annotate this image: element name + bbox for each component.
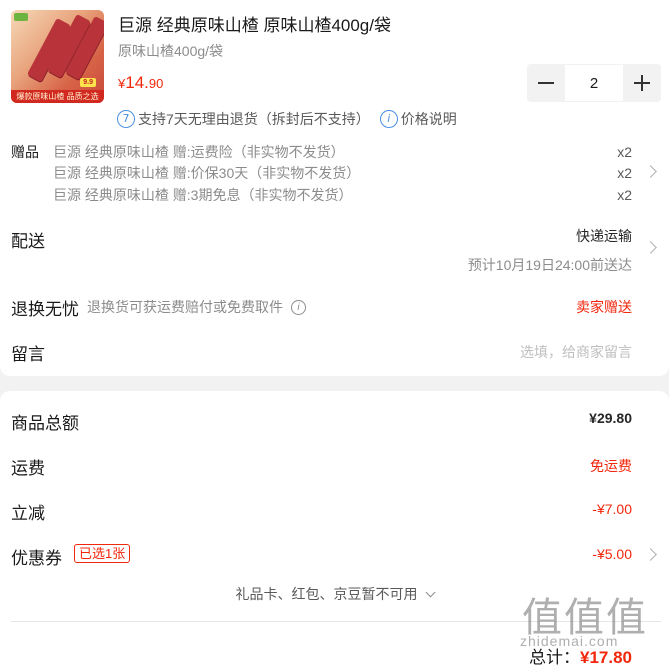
gifts-label: 赠品 xyxy=(11,144,39,160)
product-price: ¥14.90 xyxy=(118,73,163,93)
coupon-label: 优惠券 xyxy=(11,549,62,568)
shipping-value: 免运费 xyxy=(590,458,632,474)
returns-value: 卖家赠送 xyxy=(576,299,632,315)
gift-item: 巨源 经典原味山楂 赠:价保30天（非实物不发货） xyxy=(53,165,361,181)
decrease-quantity-button[interactable] xyxy=(527,64,565,102)
chevron-down-icon xyxy=(425,587,435,598)
goods-total-label: 商品总额 xyxy=(11,414,79,433)
chevron-right-icon[interactable] xyxy=(644,165,657,178)
product-title[interactable]: 巨源 经典原味山楂 原味山楂400g/袋 xyxy=(118,11,391,36)
product-thumbnail[interactable]: 9.9 爆款原味山楂 品质之选 xyxy=(11,10,104,103)
message-input[interactable]: 选填，给商家留言 xyxy=(520,342,632,362)
returns-desc-text: 退换货可获运费赔付或免费取件 xyxy=(87,299,283,315)
discount-value: -¥7.00 xyxy=(592,501,632,517)
gift-item: 巨源 经典原味山楂 赠:3期免息（非实物不发货） xyxy=(53,187,353,203)
thumb-price-chip: 9.9 xyxy=(80,78,96,87)
gift-qty: x2 xyxy=(617,144,632,160)
delivery-eta: 预计10月19日24:00前送达 xyxy=(467,257,632,273)
gift-qty: x2 xyxy=(617,187,632,203)
goods-total-value: ¥29.80 xyxy=(589,410,632,426)
info-icon[interactable]: i xyxy=(291,299,306,315)
divider xyxy=(11,621,661,622)
order-total: 总计：¥17.80 xyxy=(529,643,632,668)
price-integer: 14. xyxy=(125,73,149,92)
price-decimal: 90 xyxy=(148,76,164,91)
quantity-value[interactable]: 2 xyxy=(565,64,623,102)
total-value: ¥17.80 xyxy=(580,648,632,667)
returns-label: 退换无忧 xyxy=(11,300,79,319)
delivery-label: 配送 xyxy=(11,232,45,251)
order-item-card: 9.9 爆款原味山楂 品质之选 巨源 经典原味山楂 原味山楂400g/袋 原味山… xyxy=(0,0,669,376)
unavailable-payments-toggle[interactable]: 礼品卡、红包、京豆暂不可用 xyxy=(0,584,669,604)
unavailable-text: 礼品卡、红包、京豆暂不可用 xyxy=(235,586,418,602)
increase-quantity-button[interactable] xyxy=(623,64,661,102)
return-policy-text: 支持7天无理由退货（拆封后不支持） xyxy=(138,111,370,127)
discount-label: 立减 xyxy=(11,504,45,523)
delivery-method[interactable]: 快递运输 xyxy=(576,226,632,246)
message-label: 留言 xyxy=(11,345,45,364)
coupon-badge[interactable]: 已选1张 xyxy=(74,544,131,563)
return-policy-icon: 7 xyxy=(117,110,135,128)
thumb-banner: 爆款原味山楂 品质之选 xyxy=(11,90,104,103)
quantity-stepper: 2 xyxy=(527,64,661,102)
service-tags: 7 支持7天无理由退货（拆封后不支持） i 价格说明 xyxy=(117,109,457,129)
product-spec: 原味山楂400g/袋 xyxy=(118,43,224,59)
gift-item: 巨源 经典原味山楂 赠:运费险（非实物不发货） xyxy=(53,144,345,160)
price-note-link[interactable]: 价格说明 xyxy=(401,109,457,129)
chevron-right-icon[interactable] xyxy=(644,241,657,254)
brand-tag-icon xyxy=(14,13,28,21)
shipping-label: 运费 xyxy=(11,459,45,478)
info-icon[interactable]: i xyxy=(379,110,398,128)
total-label: 总计： xyxy=(529,648,580,667)
coupon-value[interactable]: -¥5.00 xyxy=(592,546,632,562)
returns-description: 退换货可获运费赔付或免费取件 i xyxy=(87,297,306,317)
price-summary-card xyxy=(0,391,669,668)
gift-qty: x2 xyxy=(617,165,632,181)
